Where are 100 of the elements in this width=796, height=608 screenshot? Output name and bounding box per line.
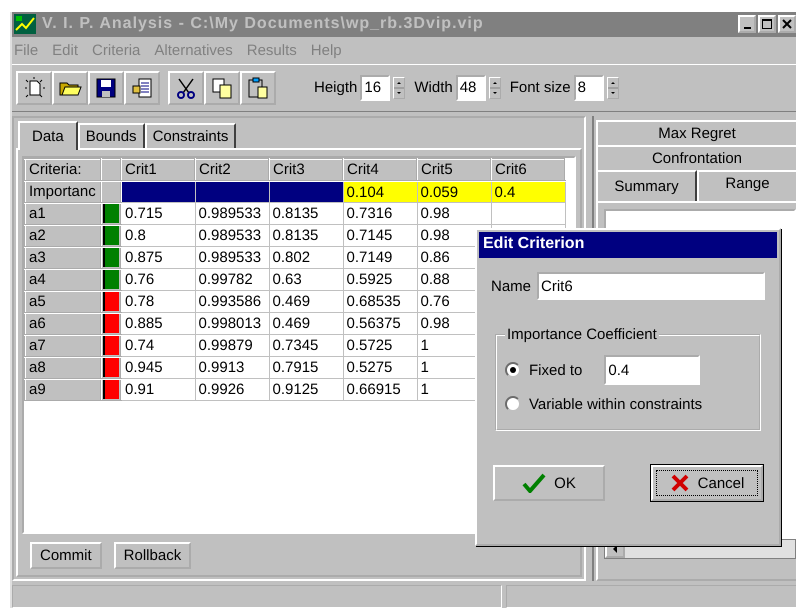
column-header: Crit6 (491, 158, 565, 181)
open-button[interactable] (52, 70, 88, 105)
field-label: Name (491, 278, 532, 294)
table-cell: 0.7316 (343, 202, 417, 225)
table-cell: 0.993586 (195, 290, 269, 313)
action-button[interactable]: Rollback (114, 542, 192, 569)
table-cell: 0.5925 (343, 268, 417, 291)
row-header[interactable]: a6 (25, 312, 101, 335)
spin-buttons-icon[interactable] (488, 76, 501, 99)
number-field[interactable]: 48 (456, 74, 486, 101)
spin-buttons-icon[interactable] (393, 76, 406, 99)
row-header[interactable]: a1 (25, 202, 101, 225)
column-header: Crit1 (121, 158, 195, 181)
cancel-button[interactable]: Cancel (651, 465, 763, 501)
row-header: Importanc (25, 180, 101, 203)
column-header: Crit4 (343, 158, 417, 181)
cross-icon (670, 473, 690, 493)
tab[interactable]: Summary (596, 170, 697, 201)
scissors-icon (174, 76, 198, 100)
close-button[interactable] (778, 15, 796, 34)
row-header[interactable]: a4 (25, 268, 101, 291)
minimize-button[interactable] (738, 15, 756, 34)
tab[interactable]: Data (18, 120, 78, 150)
row-header[interactable]: a7 (25, 334, 101, 357)
name-field[interactable]: Crit6 (537, 272, 765, 300)
importance-cell[interactable]: 0.059 (417, 180, 491, 203)
table-cell: 0.802 (269, 246, 343, 269)
window-title: V. I. P. Analysis - C:\My Documents\wp_rb.3Dvip.vip (42, 15, 485, 34)
tab[interactable]: Confrontation (596, 144, 796, 170)
table-cell: 0.8 (121, 224, 195, 247)
column-header: Crit5 (417, 158, 491, 181)
table-cell: 0.7149 (343, 246, 417, 269)
tab[interactable]: Bounds (78, 122, 145, 148)
cut-button[interactable] (168, 70, 204, 105)
row-header[interactable]: a9 (25, 378, 101, 401)
table-cell: 0.9125 (269, 378, 343, 401)
clipboard-icon (246, 76, 270, 100)
table-cell: 0.5275 (343, 356, 417, 379)
importance-cell[interactable] (195, 180, 269, 203)
minimize-icon (744, 27, 750, 30)
table-cell: 0.68535 (343, 290, 417, 313)
radio-button[interactable] (505, 362, 521, 378)
importance-cell[interactable] (269, 180, 343, 203)
table-cell: 0.7915 (269, 356, 343, 379)
table-cell: 0.9913 (195, 356, 269, 379)
value-field[interactable]: 0.4 (604, 355, 700, 385)
new-file-icon (22, 76, 46, 100)
table-cell: 0.8135 (269, 224, 343, 247)
number-field[interactable]: 16 (360, 74, 390, 101)
table-cell: 0.989533 (195, 246, 269, 269)
number-field[interactable]: 8 (574, 74, 604, 101)
option-label: Variable within constraints (529, 396, 702, 412)
action-button[interactable]: Commit (30, 542, 102, 569)
table-cell: 0.989533 (195, 202, 269, 225)
importance-cell[interactable]: 0.104 (343, 180, 417, 203)
table-cell: 0.99879 (195, 334, 269, 357)
copy-button[interactable] (204, 70, 240, 105)
radio-button[interactable] (505, 396, 521, 412)
table-cell: 0.76 (121, 268, 195, 291)
column-header: Crit2 (195, 158, 269, 181)
table-cell: 0.8135 (269, 202, 343, 225)
table-cell: 0.989533 (195, 224, 269, 247)
table-cell: 0.998013 (195, 312, 269, 335)
column-header: Criteria: (25, 158, 101, 181)
paste-button[interactable] (240, 70, 276, 105)
table-cell: 0.66915 (343, 378, 417, 401)
row-header[interactable]: a2 (25, 224, 101, 247)
spinner-label: Width (414, 79, 453, 96)
app-logo-icon (14, 14, 36, 34)
group-label: Importance Coefficient (506, 326, 658, 343)
checkmark-icon (522, 473, 546, 493)
table-cell: 0.63 (269, 268, 343, 291)
row-header[interactable]: a5 (25, 290, 101, 313)
table-cell: 0.945 (121, 356, 195, 379)
option-label: Fixed to (529, 362, 582, 378)
save-button[interactable] (88, 70, 124, 105)
row-header[interactable]: a8 (25, 356, 101, 379)
column-header (101, 158, 121, 181)
print-button[interactable] (124, 70, 160, 105)
table-cell: 0.99782 (195, 268, 269, 291)
tab[interactable]: Range (697, 170, 796, 201)
ok-button[interactable]: OK (493, 465, 605, 501)
close-icon (782, 19, 792, 30)
row-header[interactable]: a3 (25, 246, 101, 269)
maximize-button[interactable] (758, 15, 776, 34)
table-cell: 0.91 (121, 378, 195, 401)
dialog-title: Edit Criterion (479, 232, 777, 258)
tab[interactable]: Constraints (144, 122, 236, 148)
importance-cell[interactable]: 0.4 (491, 180, 565, 203)
new-file-button[interactable] (16, 70, 52, 105)
table-cell: 0.715 (121, 202, 195, 225)
copy-icon (210, 76, 234, 100)
importance-cell[interactable] (121, 180, 195, 203)
tab[interactable]: Max Regret (596, 120, 796, 145)
table-cell: 0.875 (121, 246, 195, 269)
spinner-label: Heigth (314, 79, 358, 96)
table-cell: 0.469 (269, 312, 343, 335)
spin-buttons-icon[interactable] (606, 76, 619, 99)
maximize-icon (762, 19, 772, 30)
spinner-label: Font size (510, 79, 571, 96)
